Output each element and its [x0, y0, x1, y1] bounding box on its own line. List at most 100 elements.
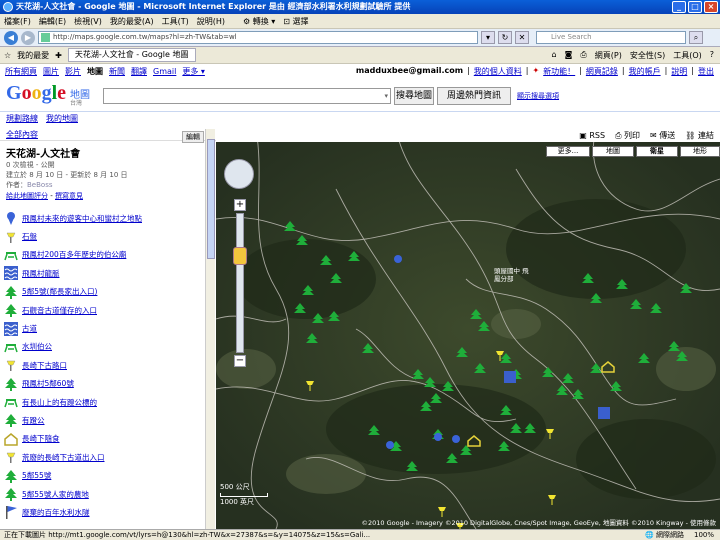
add-favorite-icon[interactable]: ✚: [55, 51, 62, 60]
place-item[interactable]: 飛鳳村5鄰60號: [4, 375, 204, 393]
forward-button[interactable]: ▶: [21, 30, 35, 45]
link-link[interactable]: ⛓ 連結: [685, 130, 714, 141]
zoom-slider[interactable]: [236, 213, 244, 353]
place-label[interactable]: 有長山上的有蹬公標的: [22, 397, 97, 408]
place-label[interactable]: 石觀音古道僅存的入口: [22, 305, 97, 316]
place-item[interactable]: 飛鳳村200百多年歷史的伯公廟: [4, 246, 204, 264]
home-icon[interactable]: ⌂: [552, 50, 557, 61]
author-link[interactable]: BeBoss: [27, 181, 53, 189]
menu-tools[interactable]: 工具(T): [162, 16, 189, 27]
gbar-more[interactable]: 更多 ▾: [182, 66, 205, 77]
write-review-link[interactable]: 撰寫意見: [55, 192, 83, 200]
place-item[interactable]: 5鄰55號人家的農地: [4, 485, 204, 503]
place-item[interactable]: 飛鳳村未來的遊客中心和蠻村之地點: [4, 209, 204, 227]
place-label[interactable]: 5鄰55號: [22, 470, 51, 481]
directions-link[interactable]: 規劃路線: [6, 113, 38, 124]
refresh-button[interactable]: ↻: [498, 31, 512, 44]
back-button[interactable]: ◀: [4, 30, 18, 45]
map-type-satellite[interactable]: 衛星: [636, 146, 678, 157]
place-item[interactable]: 長崎下隨食: [4, 430, 204, 448]
zoom-in-button[interactable]: +: [234, 199, 246, 211]
stop-button[interactable]: ✕: [515, 31, 529, 44]
menu-file[interactable]: 檔案(F): [4, 16, 31, 27]
place-label[interactable]: 荒廢的長崎下古道出入口: [22, 452, 105, 463]
print-link[interactable]: ⎙ 列印: [615, 130, 640, 141]
street-view-pegman-icon[interactable]: [233, 247, 247, 265]
minimize-button[interactable]: _: [672, 1, 686, 13]
my-maps-link[interactable]: 我的地圖: [46, 113, 78, 124]
place-item[interactable]: 長崎下古路口: [4, 356, 204, 374]
zoom-out-button[interactable]: −: [234, 355, 246, 367]
place-label[interactable]: 5鄰5號(鄰長家出入口): [22, 286, 97, 297]
place-label[interactable]: 廢棄的百年水利水隧: [22, 507, 90, 518]
favorites-star-icon[interactable]: ☆: [4, 51, 11, 60]
place-label[interactable]: 長崎下隨食: [22, 433, 60, 444]
place-item[interactable]: 有蹬公: [4, 411, 204, 429]
place-label[interactable]: 飛鳳村5鄰60號: [22, 378, 74, 389]
search-go-button[interactable]: ⌕: [689, 31, 703, 44]
maximize-button[interactable]: □: [688, 1, 702, 13]
place-label[interactable]: 飛鳳村龍脈: [22, 268, 60, 279]
menu-view[interactable]: 檢視(V): [74, 16, 102, 27]
feeds-icon[interactable]: ◙: [565, 50, 573, 61]
gbar-videos[interactable]: 影片: [65, 66, 81, 77]
place-label[interactable]: 石盤: [22, 231, 37, 242]
gbar-translate[interactable]: 翻譯: [131, 66, 147, 77]
gbar-web[interactable]: 所有網頁: [5, 66, 37, 77]
help-icon[interactable]: ?: [710, 50, 714, 61]
place-label[interactable]: 飛鳳村200百多年歷史的伯公廟: [22, 249, 126, 260]
search-dropdown-icon[interactable]: ▾: [384, 92, 388, 100]
url-dropdown-button[interactable]: ▾: [481, 31, 495, 44]
place-item[interactable]: 古道: [4, 319, 204, 337]
search-options-link[interactable]: 顯示搜尋選項: [517, 91, 559, 101]
tools-menu[interactable]: 工具(O): [673, 50, 702, 61]
map-type-more[interactable]: 更多...: [546, 146, 590, 157]
select-button[interactable]: ⊡ 選擇: [283, 16, 308, 27]
place-item[interactable]: 石盤: [4, 227, 204, 245]
gbar-help[interactable]: 說明: [671, 66, 687, 77]
gbar-news[interactable]: 新聞: [109, 66, 125, 77]
gbar-history[interactable]: 網頁記錄: [586, 66, 618, 77]
gbar-signout[interactable]: 登出: [698, 66, 714, 77]
browser-tab[interactable]: 天花湖-人文社會 - Google 地圖: [67, 48, 196, 62]
safety-menu[interactable]: 安全性(S): [630, 50, 665, 61]
rss-link[interactable]: ▣ RSS: [579, 131, 605, 140]
menu-favorites[interactable]: 我的最愛(A): [110, 16, 154, 27]
place-label[interactable]: 古道: [22, 323, 37, 334]
place-item[interactable]: 5鄰5號(鄰長家出入口): [4, 283, 204, 301]
place-label[interactable]: 飛鳳村未來的遊客中心和蠻村之地點: [22, 213, 142, 224]
maps-search-input[interactable]: ▾: [103, 88, 391, 104]
place-item[interactable]: 有長山上的有蹬公標的: [4, 393, 204, 411]
place-label[interactable]: 水圳伯公: [22, 341, 52, 352]
live-search-input[interactable]: Live Search: [536, 31, 686, 44]
gbar-gmail[interactable]: Gmail: [153, 67, 176, 76]
gbar-profile[interactable]: 我的個人資料: [474, 66, 522, 77]
map-type-terrain[interactable]: 地形: [680, 146, 720, 157]
pan-control[interactable]: [224, 159, 254, 189]
menu-edit[interactable]: 編輯(E): [39, 16, 66, 27]
page-menu[interactable]: 網頁(P): [595, 50, 622, 61]
edit-button[interactable]: 編輯: [182, 131, 204, 143]
favorites-label[interactable]: 我的最愛: [17, 50, 49, 61]
place-label[interactable]: 5鄰55號人家的農地: [22, 489, 89, 500]
place-label[interactable]: 長崎下古路口: [22, 360, 67, 371]
search-maps-button[interactable]: 搜尋地圖: [394, 87, 434, 105]
print-icon[interactable]: ⎙: [580, 50, 586, 61]
menu-help[interactable]: 說明(H): [197, 16, 225, 27]
gbar-new-features[interactable]: 新功能！: [543, 66, 575, 77]
map-type-map[interactable]: 地圖: [592, 146, 634, 157]
zoom-level[interactable]: 100%: [694, 530, 714, 540]
place-item[interactable]: 石觀音古道僅存的入口: [4, 301, 204, 319]
place-item[interactable]: 飛鳳村龍脈: [4, 264, 204, 282]
place-item[interactable]: 水圳伯公: [4, 338, 204, 356]
gbar-images[interactable]: 圖片: [43, 66, 59, 77]
close-button[interactable]: ×: [704, 1, 718, 13]
place-item[interactable]: 5鄰55號: [4, 466, 204, 484]
place-label[interactable]: 有蹬公: [22, 415, 45, 426]
place-item[interactable]: 廢棄的百年水利水隧: [4, 503, 204, 521]
nearby-button[interactable]: 周邊熱門資訊: [437, 87, 511, 105]
send-link[interactable]: ✉ 傳送: [650, 130, 675, 141]
back-to-all-link[interactable]: 全部內容: [6, 129, 38, 140]
gbar-account[interactable]: 我的帳戶: [629, 66, 661, 77]
url-field[interactable]: http://maps.google.com.tw/maps?hl=zh-TW&…: [38, 31, 478, 44]
